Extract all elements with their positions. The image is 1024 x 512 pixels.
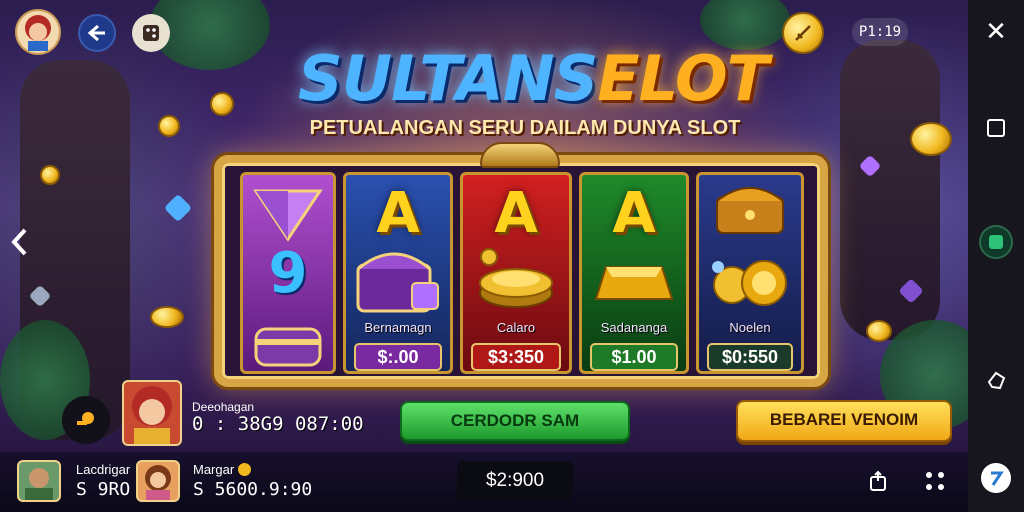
man-portrait-icon bbox=[25, 468, 53, 500]
chevron-left-icon bbox=[11, 228, 27, 256]
treasure-chest-icon bbox=[356, 252, 439, 313]
coin-pile-icon bbox=[712, 260, 787, 306]
app-launcher-icon bbox=[979, 225, 1013, 259]
help-icon bbox=[981, 463, 1011, 493]
title-part-1: SULTANS bbox=[298, 42, 598, 115]
reel-price: $3:350 bbox=[471, 343, 561, 371]
reel-2[interactable]: A Bernamagn $:.00 bbox=[343, 172, 453, 374]
back-arrow-icon bbox=[87, 24, 105, 42]
grid-dots-icon bbox=[926, 472, 944, 490]
gold-bar-icon bbox=[594, 266, 674, 300]
window-button[interactable] bbox=[968, 110, 1024, 146]
gold-chest-icon bbox=[716, 187, 784, 234]
audio-button[interactable] bbox=[62, 396, 110, 444]
purple-chest-icon bbox=[254, 327, 322, 367]
user-2-value: S 5600.9:90 bbox=[193, 479, 313, 500]
reel-symbol-a: A bbox=[612, 181, 656, 246]
treehouse-right bbox=[840, 40, 940, 340]
help-button[interactable] bbox=[968, 458, 1024, 498]
user-1-label: Lacdrigar bbox=[76, 462, 131, 477]
key-icon bbox=[77, 412, 94, 425]
share-icon bbox=[870, 470, 886, 491]
dice-icon bbox=[143, 25, 159, 41]
game-stage: P1:19 SULTANSELOT PETUALANGAN SERU DAILA… bbox=[0, 0, 968, 512]
reel-4[interactable]: A Sadananga $1.00 bbox=[579, 172, 689, 374]
reel-name: Noelen bbox=[729, 320, 771, 335]
coin-shop-button[interactable] bbox=[782, 12, 824, 54]
floating-coin bbox=[210, 92, 234, 116]
floating-coin bbox=[910, 122, 952, 156]
reel-name: Bernamagn bbox=[364, 320, 432, 335]
profile-avatar[interactable] bbox=[15, 9, 61, 55]
floating-gem bbox=[163, 193, 193, 223]
reel-symbol-nine: 9 bbox=[268, 241, 308, 306]
rotate-button[interactable] bbox=[968, 362, 1024, 398]
user-avatar-2[interactable] bbox=[136, 460, 180, 502]
game-subtitle: PETUALANGAN SERU DAILAM DUNYA SLOT bbox=[309, 117, 741, 139]
more-button[interactable] bbox=[918, 466, 952, 496]
title-part-2: ELOT bbox=[597, 42, 769, 115]
floating-coin bbox=[866, 320, 892, 342]
reel-symbol-a: A bbox=[494, 181, 538, 246]
reel-price: $:.00 bbox=[354, 343, 442, 371]
square-icon bbox=[987, 119, 1005, 137]
game-title: SULTANSELOT bbox=[288, 42, 778, 115]
character-portrait-icon bbox=[132, 386, 172, 444]
avatar-face-icon bbox=[25, 15, 51, 51]
floating-coin bbox=[150, 306, 184, 328]
user-2-label: Margar bbox=[193, 462, 251, 477]
reel-price: $1.00 bbox=[590, 343, 678, 371]
previous-button[interactable] bbox=[2, 222, 38, 262]
player-timer: 0 : 38G9 087:00 bbox=[192, 413, 364, 435]
system-sidebar: ✕ bbox=[968, 0, 1024, 512]
coin-icon bbox=[237, 463, 251, 476]
app-icon-button[interactable] bbox=[968, 222, 1024, 262]
floating-coin bbox=[40, 165, 60, 185]
sword-icon bbox=[795, 25, 811, 41]
user-1-value: S 9RO bbox=[76, 479, 131, 500]
player-avatar[interactable] bbox=[122, 380, 182, 446]
reel-5[interactable]: Noelen $0:550 bbox=[696, 172, 804, 374]
player-name: Deeohagan bbox=[192, 400, 255, 414]
reel-name: Calaro bbox=[496, 320, 536, 335]
reel-1[interactable]: 9 bbox=[240, 172, 336, 374]
user-2-label-text: Margar bbox=[193, 462, 235, 477]
player-counter: P1:19 bbox=[852, 18, 908, 46]
yellow-action-button[interactable]: BEBAREI VENOIM bbox=[736, 400, 952, 442]
purple-gem-icon bbox=[253, 189, 323, 242]
reel-3[interactable]: A Calaro $3:350 bbox=[460, 172, 572, 374]
frame-crest bbox=[480, 142, 560, 168]
gold-coin-stack-icon bbox=[479, 248, 553, 308]
share-button[interactable] bbox=[862, 466, 894, 496]
back-button[interactable] bbox=[78, 14, 116, 52]
close-button[interactable]: ✕ bbox=[968, 14, 1024, 50]
reel-name: Sadananga bbox=[600, 320, 668, 335]
user-avatar-1[interactable] bbox=[17, 460, 61, 502]
reel-price: $0:550 bbox=[707, 343, 793, 371]
reel-symbol-a: A bbox=[376, 181, 420, 246]
rotate-icon bbox=[987, 371, 1006, 390]
floating-coin bbox=[158, 115, 180, 137]
menu-button[interactable] bbox=[132, 14, 170, 52]
green-action-button[interactable]: CERDODR SAM bbox=[400, 401, 630, 441]
balance-display: $2:900 bbox=[457, 461, 573, 501]
woman-portrait-icon bbox=[145, 465, 171, 500]
